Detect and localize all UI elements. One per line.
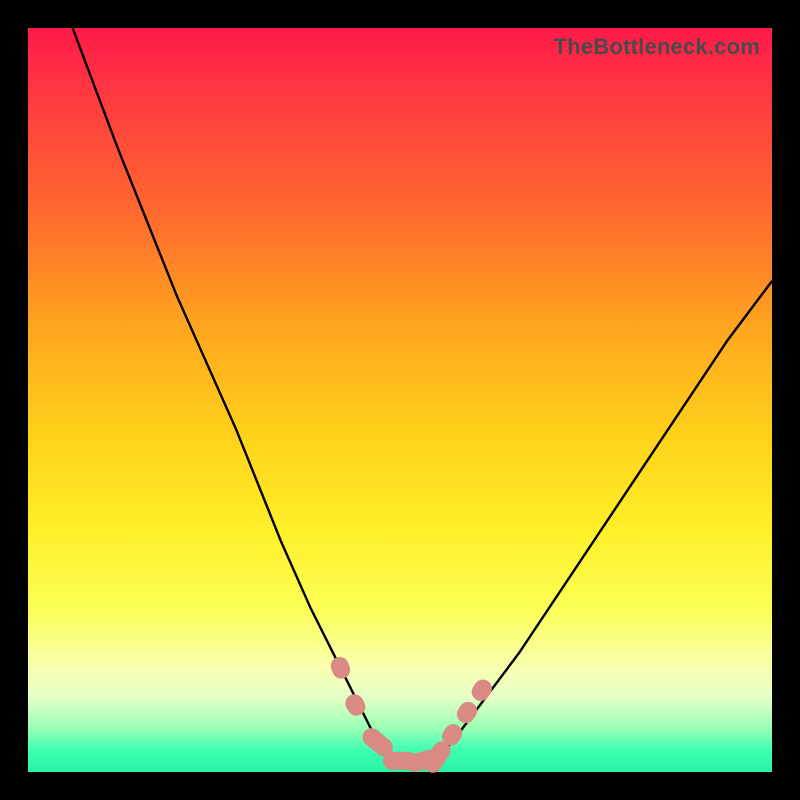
chart-frame: TheBottleneck.com — [0, 0, 800, 800]
bottleneck-curve-path — [73, 28, 772, 765]
highlight-markers — [328, 654, 495, 776]
highlight-marker — [328, 654, 353, 681]
curve-layer — [28, 28, 772, 772]
plot-area: TheBottleneck.com — [28, 28, 772, 772]
highlight-marker — [453, 698, 480, 726]
highlight-marker — [468, 676, 495, 704]
